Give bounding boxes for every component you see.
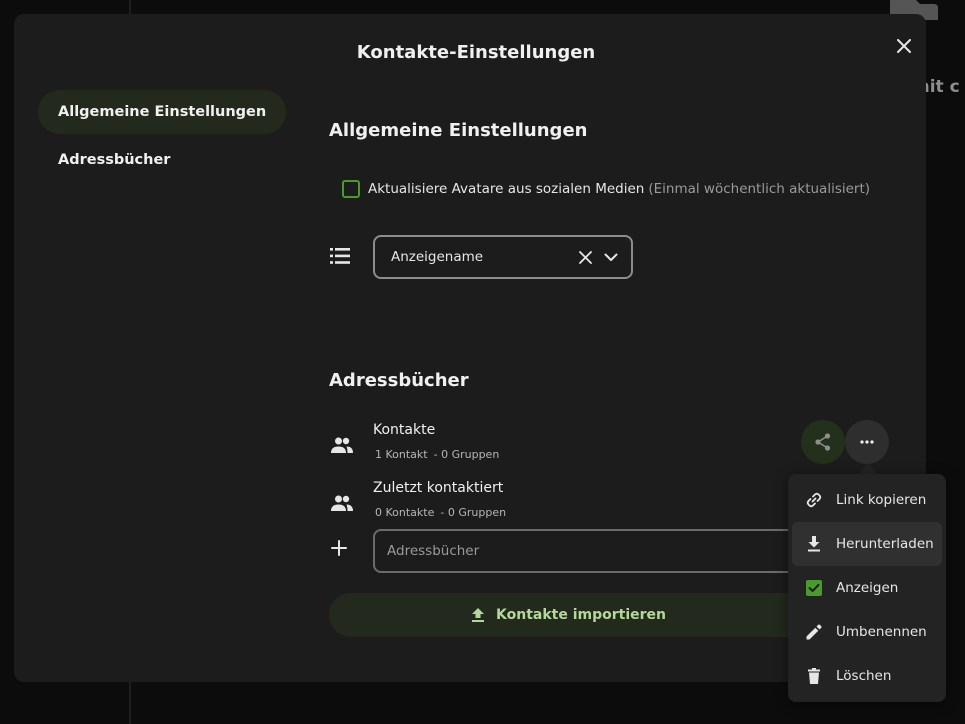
menu-item-copy-link[interactable]: Link kopieren bbox=[792, 478, 942, 522]
addressbooks-heading: Adressbücher bbox=[329, 370, 469, 391]
avatar-update-label: Aktualisiere Avatare aus sozialen Medien bbox=[368, 181, 645, 197]
checkbox-checked-icon bbox=[806, 580, 822, 596]
share-icon bbox=[815, 433, 831, 451]
menu-item-label: Link kopieren bbox=[836, 492, 927, 508]
import-contacts-button[interactable]: Kontakte importieren bbox=[329, 593, 809, 637]
upload-icon bbox=[472, 608, 484, 622]
clear-selection-button[interactable] bbox=[573, 245, 597, 269]
more-actions-button[interactable] bbox=[845, 420, 889, 464]
close-icon bbox=[897, 39, 911, 53]
contact-count: 0 Kontakte bbox=[375, 506, 435, 519]
nav-item-label: Adressbücher bbox=[58, 152, 171, 168]
avatar-update-hint: (Einmal wöchentlich aktualisiert) bbox=[648, 181, 871, 197]
dialog-title: Kontakte-Einstellungen bbox=[356, 42, 596, 63]
download-icon bbox=[808, 536, 820, 552]
close-icon bbox=[578, 250, 592, 264]
menu-item-download[interactable]: Herunterladen bbox=[792, 522, 942, 566]
nav-item-addressbooks[interactable]: Adressbücher bbox=[38, 138, 190, 182]
group-count: - 0 Gruppen bbox=[433, 448, 500, 461]
menu-item-label: Umbenennen bbox=[836, 624, 927, 640]
general-settings-heading: Allgemeine Einstellungen bbox=[329, 120, 588, 141]
menu-item-show[interactable]: Anzeigen bbox=[792, 566, 942, 610]
menu-item-label: Löschen bbox=[836, 668, 892, 684]
trash-icon bbox=[808, 668, 820, 684]
menu-item-label: Anzeigen bbox=[836, 580, 899, 596]
sort-by-select[interactable]: Anzeigename bbox=[373, 235, 633, 279]
nav-item-label: Allgemeine Einstellungen bbox=[58, 104, 267, 120]
close-button[interactable] bbox=[882, 24, 926, 68]
addressbook-meta: 0 Kontakte - 0 Gruppen bbox=[375, 506, 506, 519]
contact-count: 1 Kontakt bbox=[375, 448, 428, 461]
plus-icon bbox=[331, 540, 347, 556]
contacts-group-icon bbox=[331, 495, 353, 511]
sort-by-value: Anzeigename bbox=[391, 249, 484, 265]
new-addressbook-input[interactable] bbox=[373, 529, 813, 573]
addressbook-actions-menu: Link kopieren Herunterladen Anzeigen Umb… bbox=[788, 474, 946, 702]
menu-item-rename[interactable]: Umbenennen bbox=[792, 610, 942, 654]
nav-item-general-settings[interactable]: Allgemeine Einstellungen bbox=[38, 90, 287, 134]
addressbook-name: Zuletzt kontaktiert bbox=[373, 480, 504, 496]
popover-arrow bbox=[858, 463, 878, 474]
contacts-group-icon bbox=[331, 437, 353, 453]
menu-item-label: Herunterladen bbox=[836, 536, 934, 552]
link-icon bbox=[806, 492, 822, 508]
share-addressbook-button[interactable] bbox=[801, 420, 845, 464]
avatar-update-option[interactable]: Aktualisiere Avatare aus sozialen Medien… bbox=[342, 180, 870, 198]
avatar-update-checkbox[interactable] bbox=[342, 180, 360, 198]
chevron-down-icon[interactable] bbox=[599, 245, 623, 269]
menu-item-delete[interactable]: Löschen bbox=[792, 654, 942, 698]
group-count: - 0 Gruppen bbox=[440, 506, 507, 519]
import-contacts-label: Kontakte importieren bbox=[496, 607, 666, 623]
pencil-icon bbox=[806, 624, 822, 640]
list-icon bbox=[330, 248, 350, 264]
more-horizontal-icon bbox=[860, 440, 874, 444]
addressbook-name: Kontakte bbox=[373, 422, 436, 438]
addressbook-meta: 1 Kontakt - 0 Gruppen bbox=[375, 448, 499, 461]
